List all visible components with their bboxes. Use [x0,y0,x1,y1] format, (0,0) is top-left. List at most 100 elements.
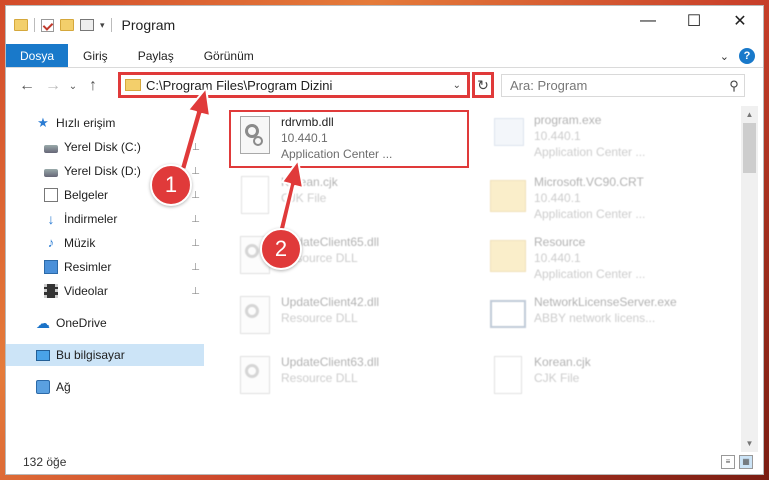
list-item-updateclient42-dll[interactable]: UpdateClient42.dll Resource DLL [231,292,471,350]
search-placeholder[interactable]: Ara: Program [510,78,724,93]
drive-icon [44,168,58,177]
sidebar-item-label: Yerel Disk (C:) [64,140,141,154]
back-button[interactable]: ← [14,77,40,95]
network-icon [36,380,50,394]
file-type: Resource DLL [281,311,358,325]
list-item-korean-cjk-2[interactable]: Korean.cjk CJK File [484,352,724,410]
navigation-bar: ← → ⌄ ↑ C:\Program Files\Program Dizini … [6,68,763,104]
list-item-program-exe[interactable]: program.exe 10.440.1 Application Center … [484,110,724,168]
pin-icon: ⊥ [191,261,200,273]
dll-file-icon [233,112,277,164]
pin-icon: ⊥ [191,189,200,201]
customize-toolbar-icon[interactable] [80,19,94,31]
sidebar-item-network[interactable]: Ağ [6,376,204,398]
sidebar-item-downloads[interactable]: ↓ İndirmeler ⊥ [6,208,204,230]
explorer-window: ▾ Program — ☐ ✕ Dosya Giriş Paylaş Görün… [5,5,764,475]
pin-icon: ⊥ [191,165,200,177]
tab-view[interactable]: Görünüm [189,44,269,67]
window-controls: — ☐ ✕ [625,6,763,36]
address-path[interactable]: C:\Program Files\Program Dizini [146,78,453,93]
close-button[interactable]: ✕ [717,6,763,36]
folder-icon [125,79,141,91]
address-bar[interactable]: C:\Program Files\Program Dizini ⌄ [118,72,470,98]
sidebar-item-label: Müzik [64,236,96,250]
minimize-button[interactable]: — [625,6,671,36]
sidebar-item-label: Resimler [64,260,112,274]
file-name: Korean.cjk [534,355,591,369]
forward-button[interactable]: → [40,77,66,95]
sidebar-item-pictures[interactable]: Resimler ⊥ [6,256,204,278]
sidebar-item-this-pc[interactable]: Bu bilgisayar [6,344,204,366]
scroll-thumb[interactable] [743,123,756,173]
new-folder-icon[interactable] [60,19,74,31]
file-type: Resource DLL [281,371,358,385]
sidebar-item-videos[interactable]: Videolar ⊥ [6,280,204,302]
file-name: Microsoft.VC90.CRT [534,175,644,189]
file-version: 10.440.1 [534,191,581,205]
chevron-down-icon[interactable]: ▾ [100,20,105,31]
file-name: rdrvmb.dll [281,115,334,129]
sidebar-item-label: Ağ [56,380,71,394]
pin-icon: ⊥ [191,141,200,153]
search-icon[interactable]: ⚲ [724,78,744,94]
star-icon: ★ [37,115,49,130]
tab-share[interactable]: Paylaş [123,44,189,67]
list-item-resource[interactable]: Resource 10.440.1 Application Center ... [484,232,724,290]
file-description: ABBY network licens... [534,311,656,325]
file-description: Application Center ... [281,147,393,161]
file-list: rdrvmb.dll 10.440.1 Application Center .… [212,106,738,452]
list-item-networklicenseserver-exe[interactable]: NetworkLicenseServer.exe ABBY network li… [484,292,724,350]
sidebar-item-music[interactable]: ♪ Müzik ⊥ [6,232,204,254]
blank-file-icon [486,352,530,404]
tab-home[interactable]: Giriş [68,44,123,67]
file-description: Application Center ... [534,145,646,159]
maximize-button[interactable]: ☐ [671,6,717,36]
recent-locations-button[interactable]: ⌄ [66,81,80,92]
search-input[interactable]: Ara: Program ⚲ [501,74,745,97]
chevron-down-icon[interactable]: ⌄ [453,80,461,91]
document-icon [44,188,58,202]
details-view-icon[interactable]: ≡ [721,455,735,469]
window-title: Program [121,17,176,33]
up-button[interactable]: ↑ [80,77,106,95]
help-icon[interactable]: ? [739,48,755,64]
sidebar-item-onedrive[interactable]: ☁ OneDrive [6,312,204,334]
step-callout-1: 1 [150,164,192,206]
list-item-updateclient63-dll[interactable]: UpdateClient63.dll Resource DLL [231,352,471,410]
vertical-scrollbar[interactable]: ▲ ▼ [741,106,758,452]
sidebar-item-label: Videolar [64,284,108,298]
scroll-up-icon[interactable]: ▲ [741,106,758,123]
title-bar: ▾ Program — ☐ ✕ [6,6,763,44]
file-name: UpdateClient42.dll [281,295,380,309]
folder-icon [486,172,530,224]
step-callout-2: 2 [260,228,302,270]
navigation-pane: ★ Hızlı erişim Yerel Disk (C:) ⊥ Yerel D… [6,110,204,450]
sidebar-item-quick-access[interactable]: ★ Hızlı erişim [6,112,204,134]
properties-icon[interactable] [41,18,54,32]
folder-icon [486,232,530,284]
exe-file-icon [486,292,530,344]
large-icons-view-icon[interactable]: ▦ [739,455,753,469]
pin-icon: ⊥ [191,285,200,297]
dll-file-icon [233,292,277,344]
download-icon: ↓ [47,211,55,227]
blank-file-icon [233,172,277,224]
ribbon-tabs: Dosya Giriş Paylaş Görünüm ⌄ ? [6,44,763,68]
tab-file[interactable]: Dosya [6,44,69,67]
status-bar: 132 öğe ≡ ▦ [6,450,763,474]
pictures-icon [44,260,58,274]
sidebar-item-local-disk-c[interactable]: Yerel Disk (C:) ⊥ [6,136,204,158]
expand-ribbon-icon[interactable]: ⌄ [720,50,729,63]
cloud-icon: ☁ [36,315,50,331]
list-item-rdrvmb-dll[interactable]: rdrvmb.dll 10.440.1 Application Center .… [229,110,469,168]
file-name: UpdateClient63.dll [281,355,380,369]
sidebar-item-label: Belgeler [64,188,109,202]
videos-icon [44,284,58,298]
refresh-button[interactable]: ↻ [472,72,494,98]
item-count: 132 öğe [23,455,67,469]
computer-icon [36,349,50,361]
list-item-korean-cjk[interactable]: Korean.cjk CJK File [231,172,471,230]
file-description: Application Center ... [534,267,646,281]
folder-icon [14,19,28,31]
list-item-vc90-crt[interactable]: Microsoft.VC90.CRT 10.440.1 Application … [484,172,724,230]
